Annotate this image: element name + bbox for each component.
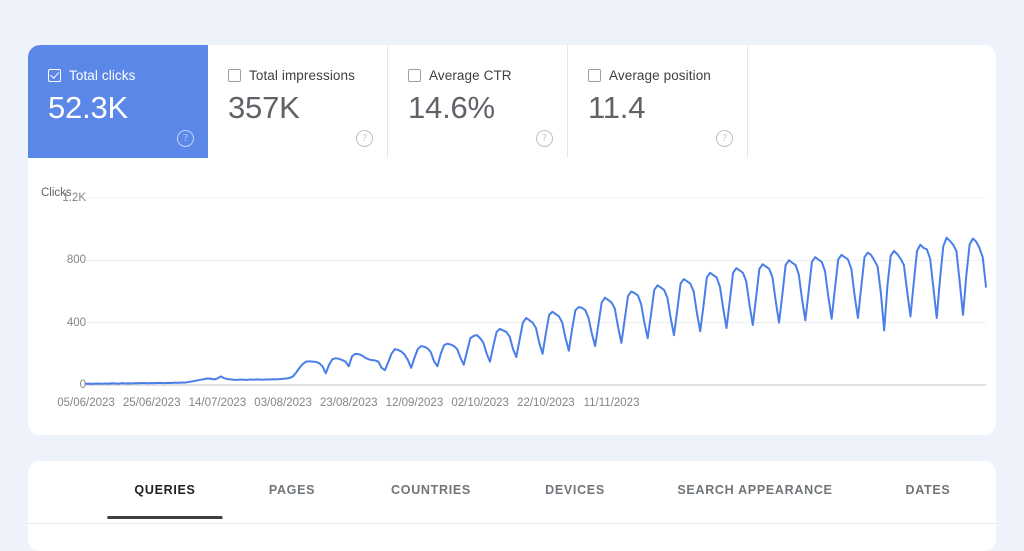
tab-dates[interactable]: DATES <box>906 483 951 519</box>
metric-card-label: Total impressions <box>249 67 355 83</box>
chart-x-tick-label: 03/08/2023 <box>254 397 312 409</box>
help-icon[interactable]: ? <box>716 130 733 147</box>
metric-card-value: 14.6% <box>408 90 495 125</box>
tab-pages[interactable]: PAGES <box>269 483 315 519</box>
metric-card-header: Average position <box>588 67 729 83</box>
chart-x-tick-label: 23/08/2023 <box>319 397 378 409</box>
performance-chart: Clicks 0 400 800 1.2K 05/06/2023 25/06/2023 1… <box>28 158 996 435</box>
help-icon[interactable]: ? <box>177 130 194 147</box>
help-icon[interactable]: ? <box>536 130 553 147</box>
metric-card-header: Total impressions <box>228 67 369 83</box>
chart-x-tick-label: 11/11/2023 <box>583 397 640 409</box>
checkbox-checked-icon[interactable] <box>48 68 61 82</box>
checkbox-unchecked-icon[interactable] <box>408 68 421 82</box>
chart-x-tick-label: 02/10/2023 <box>451 397 509 409</box>
chart-line-series-total-clicks <box>85 236 987 385</box>
chart-x-tick-label: 25/06/2023 <box>122 397 181 409</box>
chart-x-tick-label: 14/07/2023 <box>188 397 247 409</box>
metric-cards-row: Total clicks 52.3K? Total impressions 357K?… <box>28 45 748 158</box>
metric-card-value: 357K <box>228 90 300 125</box>
tab-countries[interactable]: COUNTRIES <box>391 483 471 519</box>
dimension-tabs-panel: QUERIES PAGES COUNTRIES DEVICES SEARCH APPEA… <box>28 461 996 551</box>
metric-card-header: Average CTR <box>408 67 549 83</box>
metric-card-header: Total clicks <box>48 67 190 83</box>
chart-x-tick-label: 12/09/2023 <box>385 397 444 409</box>
metric-card-average-position[interactable]: Average position 11.4? <box>568 45 748 158</box>
help-icon[interactable]: ? <box>356 130 373 147</box>
metric-card-label: Total clicks <box>69 67 136 83</box>
chart-x-tick-label: 05/06/2023 <box>57 397 115 409</box>
chart-plot-area <box>85 197 987 386</box>
metric-card-average-ctr[interactable]: Average CTR 14.6%? <box>388 45 568 158</box>
checkbox-unchecked-icon[interactable] <box>228 68 241 82</box>
tab-queries[interactable]: QUERIES <box>107 483 223 519</box>
tab-search-appearance[interactable]: SEARCH APPEARANCE <box>677 483 832 519</box>
tab-devices[interactable]: DEVICES <box>545 483 605 519</box>
metric-card-label: Average CTR <box>429 67 512 83</box>
checkbox-unchecked-icon[interactable] <box>588 68 601 82</box>
performance-panel: Total clicks 52.3K? Total impressions 357K?… <box>28 45 996 435</box>
metric-card-label: Average position <box>609 67 711 83</box>
dimension-tabs: QUERIES PAGES COUNTRIES DEVICES SEARCH APPEA… <box>28 461 996 551</box>
metric-card-total-impressions[interactable]: Total impressions 357K? <box>208 45 388 158</box>
metric-card-value: 52.3K <box>48 90 129 125</box>
metric-card-total-clicks[interactable]: Total clicks 52.3K? <box>28 45 208 158</box>
tabs-divider <box>28 523 996 524</box>
metric-card-value: 11.4 <box>588 90 646 125</box>
chart-x-tick-label: 22/10/2023 <box>517 397 575 409</box>
